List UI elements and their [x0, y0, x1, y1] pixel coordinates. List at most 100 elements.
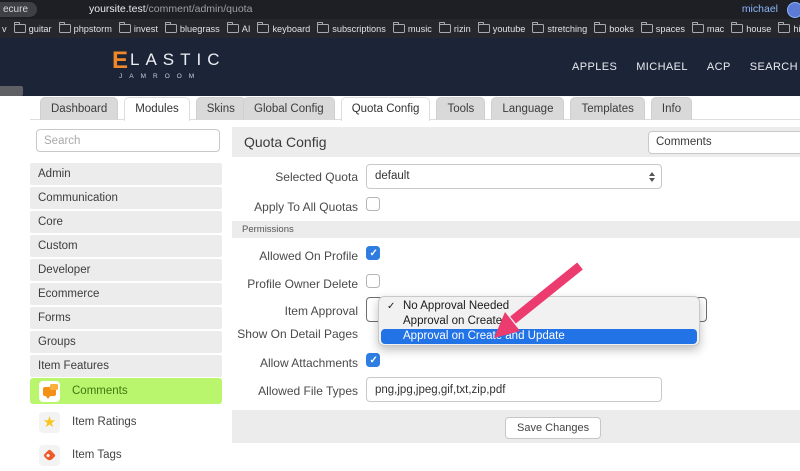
save-changes-button[interactable]: Save Changes: [505, 417, 601, 439]
allow-attachments-label: Allow Attachments: [232, 356, 358, 370]
sidebar-item-developer[interactable]: Developer: [30, 259, 222, 281]
bookmark-invest[interactable]: invest: [119, 24, 158, 34]
bookmark-label: mac: [707, 24, 724, 34]
bookmark-label: spaces: [656, 24, 685, 34]
bookmark-keyboard[interactable]: keyboard: [257, 24, 310, 34]
bookmark-label: books: [609, 24, 634, 34]
permissions-section-header: Permissions: [232, 221, 800, 238]
folder-icon: [532, 24, 544, 33]
folder-icon: [14, 24, 26, 33]
check-icon: ✓: [387, 299, 395, 314]
profile-avatar[interactable]: [787, 2, 800, 18]
page-title: Quota Config: [244, 127, 327, 157]
option-label: Approval on Create and Update: [403, 330, 565, 342]
tab-skins[interactable]: Skins: [196, 97, 246, 120]
nav-apples[interactable]: APPLES: [572, 61, 617, 73]
folder-icon: [731, 24, 743, 33]
sidebar-item-groups[interactable]: Groups: [30, 331, 222, 353]
url-path: /comment/admin/quota: [146, 3, 253, 15]
nav-michael[interactable]: MICHAEL: [636, 61, 688, 73]
allowed-file-types-input[interactable]: [366, 377, 662, 402]
folder-icon: [594, 24, 606, 33]
sidebar-item-core[interactable]: Core: [30, 211, 222, 233]
dropdown-option-no-approval[interactable]: ✓ No Approval Needed: [381, 299, 697, 314]
site-logo[interactable]: ELASTIC JAMROOM: [112, 49, 226, 80]
bookmark-books[interactable]: books: [594, 24, 634, 34]
sidebar-item-item-features[interactable]: Item Features: [30, 355, 222, 377]
bookmark-stretching[interactable]: stretching: [532, 24, 587, 34]
folder-icon: [692, 24, 704, 33]
folder-icon: [478, 24, 490, 33]
bookmark-spaces[interactable]: spaces: [641, 24, 685, 34]
site-header: ELASTIC JAMROOM APPLES MICHAEL ACP SEARC…: [0, 38, 800, 96]
nav-search[interactable]: SEARCH: [750, 61, 798, 73]
sidebar-module-comments[interactable]: Comments: [30, 378, 222, 404]
bookmark-hiking[interactable]: hiking: [778, 24, 800, 34]
search-input[interactable]: [36, 129, 220, 152]
tab-modules[interactable]: Modules: [124, 97, 189, 121]
bookmark-subscriptions[interactable]: subscriptions: [317, 24, 386, 34]
tab-dashboard[interactable]: Dashboard: [40, 97, 118, 120]
logo-initial: E: [112, 49, 128, 73]
tab-language[interactable]: Language: [491, 97, 564, 120]
tag-icon: [43, 449, 56, 462]
tab-tools[interactable]: Tools: [436, 97, 485, 120]
sidebar-module-item-tags[interactable]: Item Tags: [30, 441, 222, 469]
bookmark-label: house: [746, 24, 771, 34]
sidebar-item-custom[interactable]: Custom: [30, 235, 222, 257]
show-on-detail-pages-label: Show On Detail Pages: [232, 327, 358, 341]
bookmark-guitar[interactable]: guitar: [14, 24, 52, 34]
star-iconbox: ★: [39, 412, 60, 433]
bookmark-music[interactable]: music: [393, 24, 432, 34]
folder-icon: [119, 24, 131, 33]
allowed-file-types-label: Allowed File Types: [232, 384, 358, 398]
comment-icon: [43, 387, 56, 396]
profile-owner-delete-checkbox[interactable]: [366, 274, 380, 288]
logo-subtitle: JAMROOM: [119, 73, 226, 80]
screen: ecure yoursite.test/comment/admin/quota …: [0, 0, 800, 471]
module-tabs: Global Config Quota Config Tools Languag…: [243, 97, 692, 121]
folder-icon: [227, 24, 239, 33]
bookmark-mac[interactable]: mac: [692, 24, 724, 34]
tab-templates[interactable]: Templates: [570, 97, 644, 120]
module-select[interactable]: Comments: [648, 131, 800, 154]
sidebar-module-item-ratings[interactable]: ★ Item Ratings: [30, 408, 222, 436]
comment-iconbox: [39, 381, 60, 402]
tab-quota-config[interactable]: Quota Config: [341, 97, 431, 121]
dropdown-option-approval-on-create-and-update[interactable]: Approval on Create and Update: [381, 329, 697, 344]
allow-attachments-checkbox[interactable]: [366, 353, 380, 367]
selected-quota-label: Selected Quota: [232, 170, 358, 184]
allowed-on-profile-checkbox[interactable]: [366, 246, 380, 260]
bookmark-label: keyboard: [272, 24, 310, 34]
selected-quota-select[interactable]: default: [366, 164, 662, 189]
security-badge[interactable]: ecure: [0, 2, 37, 17]
bookmark-ai[interactable]: AI: [227, 24, 251, 34]
bookmark-rizin[interactable]: rizin: [439, 24, 471, 34]
bookmark-youtube[interactable]: youtube: [478, 24, 526, 34]
folder-icon: [165, 24, 177, 33]
tab-info[interactable]: Info: [651, 97, 692, 120]
module-label: Item Ratings: [72, 416, 137, 428]
bookmarks-bar: v guitar phpstorm invest bluegrass AI ke…: [0, 19, 800, 38]
bookmark-label: music: [408, 24, 432, 34]
bookmark-phpstorm[interactable]: phpstorm: [59, 24, 112, 34]
sidebar-item-communication[interactable]: Communication: [30, 187, 222, 209]
stepper-icon: [649, 172, 655, 182]
address-url[interactable]: yoursite.test/comment/admin/quota: [89, 2, 252, 17]
nav-acp[interactable]: ACP: [707, 61, 731, 73]
bookmark-house[interactable]: house: [731, 24, 771, 34]
tag-iconbox: [39, 445, 60, 466]
sidebar-item-forms[interactable]: Forms: [30, 307, 222, 329]
bookmark-partial[interactable]: v: [2, 24, 7, 34]
item-approval-label: Item Approval: [232, 304, 358, 318]
sidebar-item-admin[interactable]: Admin: [30, 163, 222, 185]
sidebar-item-ecommerce[interactable]: Ecommerce: [30, 283, 222, 305]
selected-quota-value: default: [375, 165, 410, 188]
dropdown-option-approval-on-create[interactable]: Approval on Create: [381, 314, 697, 329]
bookmark-label: rizin: [454, 24, 471, 34]
bookmark-bluegrass[interactable]: bluegrass: [165, 24, 220, 34]
apply-all-quotas-checkbox[interactable]: [366, 197, 380, 211]
tab-global-config[interactable]: Global Config: [243, 97, 335, 120]
browser-profile-name[interactable]: michael: [742, 2, 778, 17]
bookmark-label: invest: [134, 24, 158, 34]
